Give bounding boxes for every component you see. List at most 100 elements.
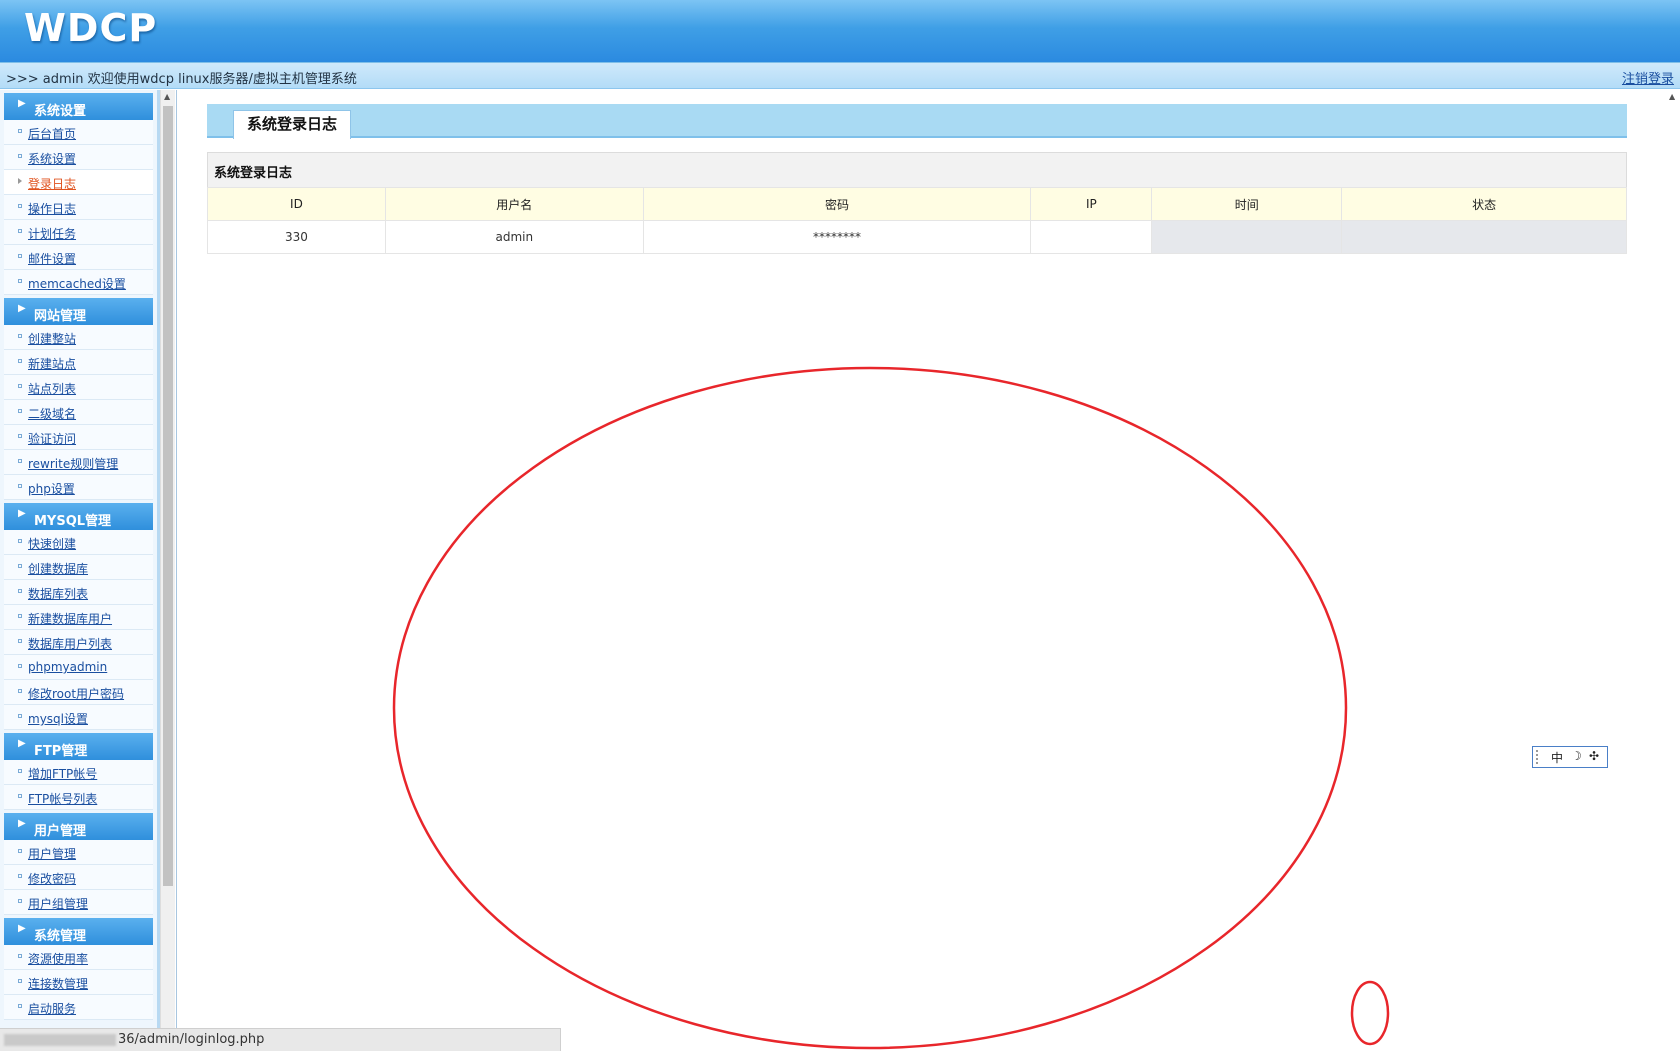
sidebar-group-title: 网站管理 [34, 309, 87, 324]
sidebar-item[interactable]: 启动服务 [4, 995, 153, 1020]
sidebar-item[interactable]: 连接数管理 [4, 970, 153, 995]
sidebar-item-label[interactable]: 创建整站 [28, 330, 76, 347]
sidebar-item-label[interactable]: FTP帐号列表 [28, 790, 97, 807]
sidebar-item-label[interactable]: 数据库用户列表 [28, 635, 112, 652]
sidebar-item-label[interactable]: rewrite规则管理 [28, 455, 118, 472]
sidebar-item-label[interactable]: 用户管理 [28, 845, 76, 862]
sidebar-scrollbar[interactable]: ▲ [160, 90, 175, 1030]
sidebar-group-title: 系统设置 [34, 104, 87, 119]
sidebar-item-label[interactable]: 二级域名 [28, 405, 76, 422]
sidebar-item[interactable]: 增加FTP帐号 [4, 760, 153, 785]
sidebar-item[interactable]: 修改root用户密码 [4, 680, 153, 705]
bullet-icon [18, 664, 22, 668]
sidebar-group-0[interactable]: ▶ 系统设置 [4, 93, 153, 120]
ime-toolbar[interactable]: 中 ☽ ✣ [1532, 746, 1608, 768]
cell-password: ******** [642, 220, 1032, 254]
sidebar-item-label[interactable]: 增加FTP帐号 [28, 765, 97, 782]
sidebar-item[interactable]: mysql设置 [4, 705, 153, 730]
sidebar-item-label[interactable]: 数据库列表 [28, 585, 88, 602]
sidebar-group-1[interactable]: ▶ 网站管理 [4, 298, 153, 325]
sidebar-item-label[interactable]: 计划任务 [28, 225, 76, 242]
sidebar-item[interactable]: 修改密码 [4, 865, 153, 890]
sidebar-item-label[interactable]: 修改密码 [28, 870, 76, 887]
bullet-icon [18, 484, 22, 488]
sidebar-item[interactable]: 计划任务 [4, 220, 153, 245]
sidebar-item[interactable]: 新建数据库用户 [4, 605, 153, 630]
sidebar-item-label[interactable]: 站点列表 [28, 380, 76, 397]
bullet-icon [18, 154, 22, 158]
sidebar-item-label[interactable]: 新建数据库用户 [28, 610, 112, 627]
logout-link[interactable]: 注销登录 [1622, 68, 1674, 87]
sidebar-item-label[interactable]: 新建站点 [28, 355, 76, 372]
sidebar-item-label[interactable]: 系统设置 [28, 150, 76, 167]
status-url: 36/admin/loginlog.php [118, 1032, 265, 1047]
sidebar-item[interactable]: 数据库列表 [4, 580, 153, 605]
sidebar-item[interactable]: 用户管理 [4, 840, 153, 865]
sidebar-item[interactable]: memcached设置 [4, 270, 153, 295]
ime-chinese-mode-button[interactable]: 中 [1551, 749, 1563, 766]
sidebar-item-label[interactable]: 快速创建 [28, 535, 76, 552]
bullet-icon [18, 979, 22, 983]
scroll-up-arrow-icon[interactable]: ▲ [1669, 92, 1675, 101]
sidebar-item[interactable]: 创建整站 [4, 325, 153, 350]
sidebar-item-label[interactable]: 后台首页 [28, 125, 76, 142]
bullet-icon [18, 129, 22, 133]
sidebar-scroll-thumb[interactable] [163, 106, 173, 886]
scroll-up-arrow-icon[interactable]: ▲ [164, 92, 170, 101]
bullet-icon [18, 1004, 22, 1008]
sidebar-item[interactable]: 新建站点 [4, 350, 153, 375]
sidebar-item[interactable]: rewrite规则管理 [4, 450, 153, 475]
cell-id: 330 [207, 220, 386, 254]
sidebar-item[interactable]: 验证访问 [4, 425, 153, 450]
sidebar-item-label[interactable]: 操作日志 [28, 200, 76, 217]
sidebar-group-3[interactable]: ▶ FTP管理 [4, 733, 153, 760]
sidebar-group-title: MYSQL管理 [34, 514, 112, 529]
sidebar-item[interactable]: php设置 [4, 475, 153, 500]
sidebar-item-label[interactable]: 验证访问 [28, 430, 76, 447]
sidebar-item[interactable]: 站点列表 [4, 375, 153, 400]
sidebar-item-label[interactable]: 用户组管理 [28, 895, 88, 912]
bullet-icon [18, 714, 22, 718]
blurred-host [4, 1034, 116, 1046]
sidebar-item-label[interactable]: 登录日志 [28, 175, 76, 192]
sidebar-item[interactable]: 操作日志 [4, 195, 153, 220]
sidebar-item[interactable]: 邮件设置 [4, 245, 153, 270]
ime-drag-handle[interactable] [1536, 750, 1541, 764]
sidebar-item[interactable]: 快速创建 [4, 530, 153, 555]
column-header-password: 密码 [642, 187, 1032, 221]
sidebar-item-label[interactable]: 修改root用户密码 [28, 685, 124, 702]
sidebar-item-label[interactable]: phpmyadmin [28, 660, 107, 674]
sidebar-item-label[interactable]: 创建数据库 [28, 560, 88, 577]
column-header-ip: IP [1030, 187, 1153, 221]
wdcp-logo: WDCP [24, 6, 158, 50]
bullet-icon [18, 204, 22, 208]
bullet-icon [18, 954, 22, 958]
sidebar-group-5[interactable]: ▶ 系统管理 [4, 918, 153, 945]
ime-punctuation-icon[interactable]: ✣ [1589, 749, 1599, 763]
tab-login-log[interactable]: 系统登录日志 [233, 110, 351, 139]
sidebar-item-label[interactable]: 启动服务 [28, 1000, 76, 1017]
sidebar-item[interactable]: 数据库用户列表 [4, 630, 153, 655]
sidebar-item[interactable]: 用户组管理 [4, 890, 153, 915]
sidebar-group-2[interactable]: ▶ MYSQL管理 [4, 503, 153, 530]
bullet-icon [18, 178, 22, 184]
sidebar-item-label[interactable]: mysql设置 [28, 710, 88, 727]
sidebar-item[interactable]: 登录日志 [4, 170, 153, 195]
sidebar-item[interactable]: FTP帐号列表 [4, 785, 153, 810]
sidebar-item[interactable]: 后台首页 [4, 120, 153, 145]
sidebar-item-label[interactable]: 邮件设置 [28, 250, 76, 267]
sidebar-item-label[interactable]: php设置 [28, 480, 75, 497]
cell-username: admin [384, 220, 644, 254]
sidebar-item[interactable]: 资源使用率 [4, 945, 153, 970]
sidebar-group-4[interactable]: ▶ 用户管理 [4, 813, 153, 840]
sidebar-item[interactable]: 二级域名 [4, 400, 153, 425]
sidebar-item[interactable]: 创建数据库 [4, 555, 153, 580]
sidebar-item-label[interactable]: 资源使用率 [28, 950, 88, 967]
ime-halfwidth-icon[interactable]: ☽ [1571, 749, 1582, 763]
main-scrollbar[interactable]: ▲ [1666, 90, 1680, 1030]
sidebar-item[interactable]: 系统设置 [4, 145, 153, 170]
sidebar-item-label[interactable]: memcached设置 [28, 275, 126, 292]
bullet-icon [18, 614, 22, 618]
sidebar-item-label[interactable]: 连接数管理 [28, 975, 88, 992]
sidebar-item[interactable]: phpmyadmin [4, 655, 153, 680]
